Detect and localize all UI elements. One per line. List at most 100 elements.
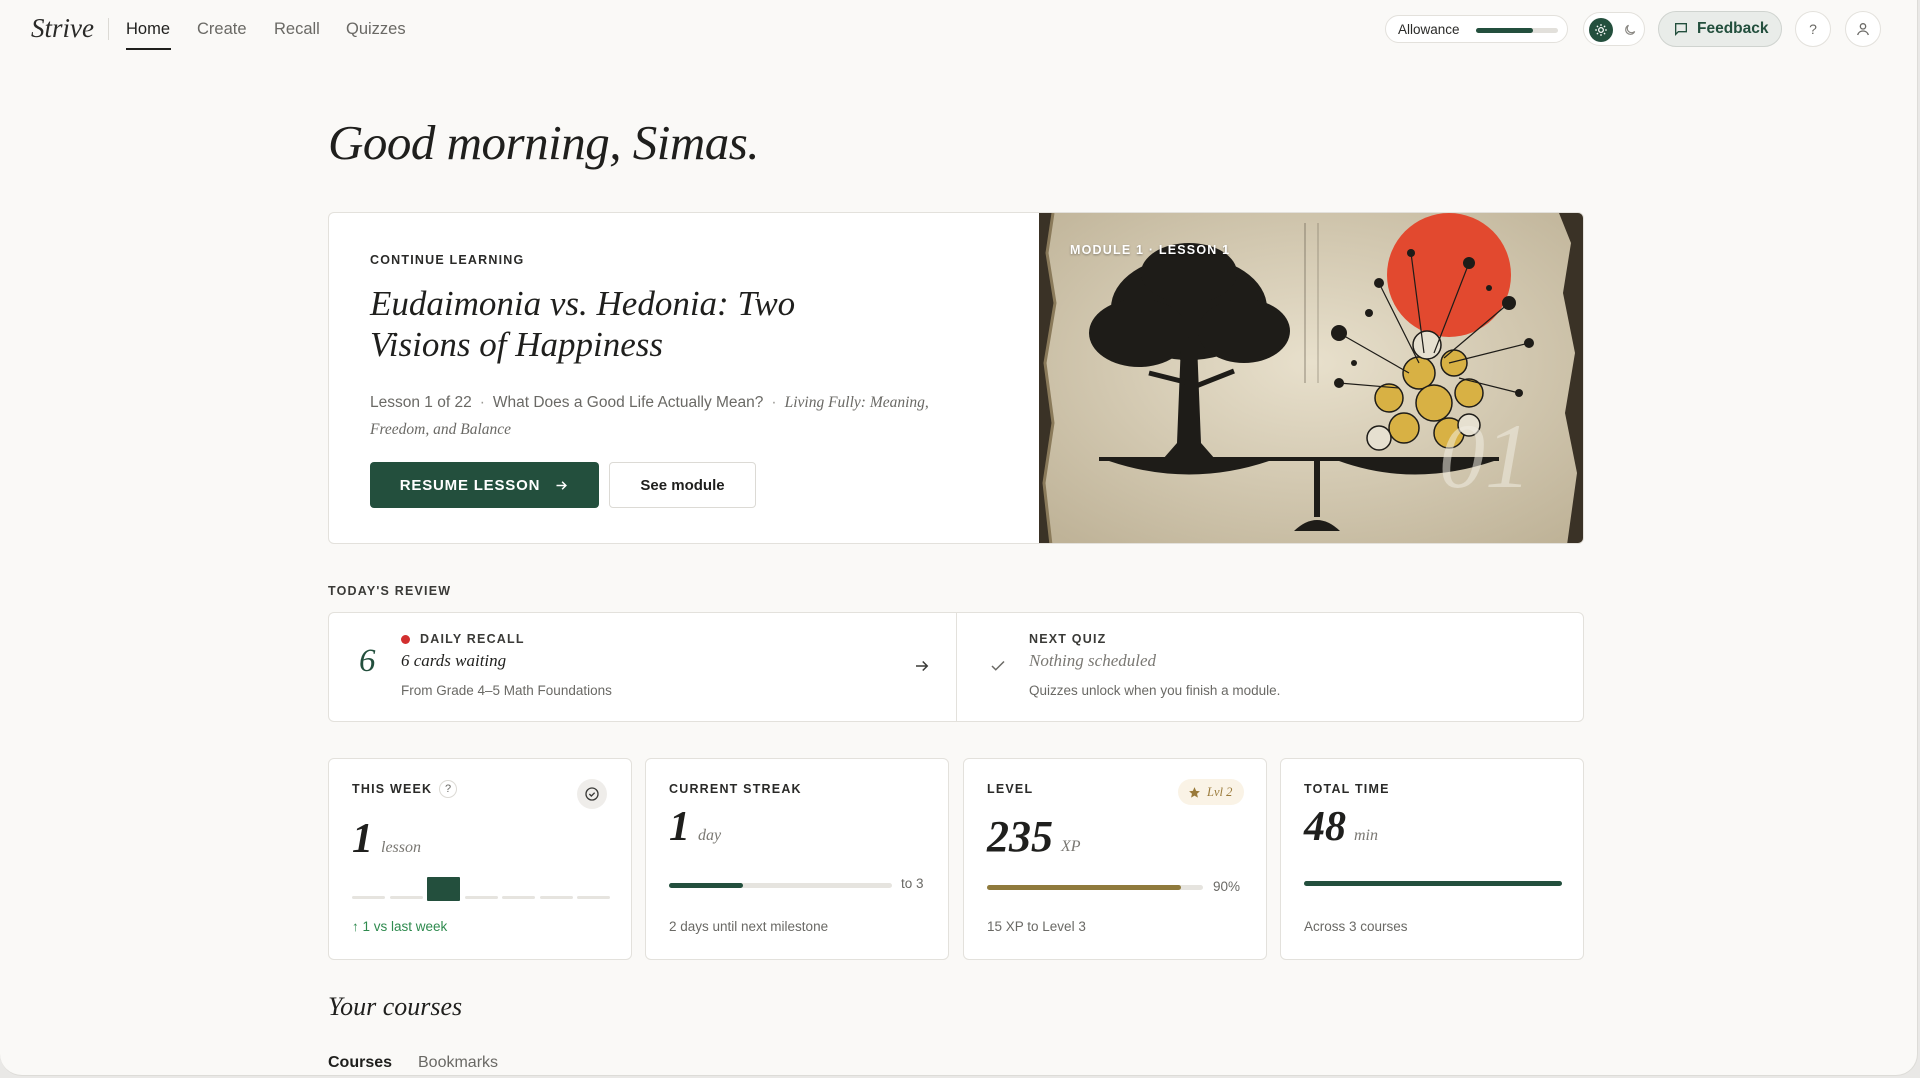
streak-count: 1 — [669, 804, 690, 850]
nav-home[interactable]: Home — [126, 20, 170, 39]
week-value: 1 lesson — [352, 815, 421, 863]
total-time-card: TOTAL TIME 48 min Across 3 courses — [1280, 758, 1584, 960]
level-badge-text: Lvl 2 — [1207, 784, 1233, 799]
streak-progress-fill — [669, 883, 743, 888]
xp-count: 235 — [987, 812, 1053, 861]
feedback-button[interactable]: Feedback — [1658, 11, 1782, 47]
level-percent: 90% — [1213, 879, 1241, 894]
xp-value: 235 XP — [987, 811, 1081, 862]
time-foot: Across 3 courses — [1304, 919, 1408, 934]
xp-unit: XP — [1061, 838, 1081, 855]
streak-value: 1 day — [669, 803, 721, 851]
quiz-sub: Quizzes unlock when you finish a module. — [1029, 683, 1281, 698]
week-day-bar — [577, 896, 610, 899]
help-button[interactable]: ? — [1795, 11, 1831, 47]
time-progress-fill — [1304, 881, 1562, 886]
week-unit: lesson — [381, 839, 421, 856]
time-count: 48 — [1304, 804, 1346, 850]
brand-logo[interactable]: Strive — [31, 13, 94, 44]
lesson-number-watermark: 01 — [1439, 405, 1531, 507]
recall-eyebrow: DAILY RECALL — [420, 632, 525, 646]
week-count: 1 — [352, 816, 373, 862]
next-quiz-panel: NEXT QUIZ Nothing scheduled Quizzes unlo… — [957, 613, 1585, 721]
tab-courses[interactable]: Courses — [328, 1054, 392, 1072]
week-delta: ↑ 1 vs last week — [352, 919, 447, 934]
level-card: LEVEL Lvl 2 235 XP 90% 15 XP to Level 3 — [963, 758, 1267, 960]
lesson-position: Lesson 1 of 22 — [370, 394, 472, 411]
recall-title: 6 cards waiting — [401, 651, 507, 670]
level-progress-track — [987, 885, 1203, 890]
message-icon — [1673, 21, 1689, 37]
module-lesson-label: MODULE 1 · LESSON 1 — [1070, 243, 1231, 257]
streak-target: to 3 — [901, 876, 924, 891]
level-foot: 15 XP to Level 3 — [987, 919, 1086, 934]
lesson-illustration: MODULE 1 · LESSON 1 01 — [1039, 213, 1583, 543]
quiz-title: Nothing scheduled — [1029, 651, 1157, 670]
week-eyebrow: THIS WEEK — [352, 782, 433, 796]
week-delta-text: 1 vs last week — [362, 919, 448, 934]
arrow-up-icon: ↑ — [352, 919, 363, 934]
week-day-bar — [502, 896, 535, 899]
time-value: 48 min — [1304, 803, 1378, 851]
meta-separator: · — [771, 394, 777, 411]
recall-source: From Grade 4–5 Math Foundations — [401, 683, 612, 698]
todays-review-label: TODAY'S REVIEW — [328, 584, 452, 598]
brand-divider — [108, 18, 109, 40]
meta-separator: · — [479, 394, 485, 411]
streak-unit: day — [698, 827, 722, 844]
tab-bookmarks[interactable]: Bookmarks — [418, 1054, 498, 1072]
allowance-label: Allowance — [1398, 22, 1460, 37]
quiz-eyebrow: NEXT QUIZ — [1029, 632, 1107, 646]
week-day-bar — [427, 877, 460, 901]
daily-recall-panel[interactable]: 6 DAILY RECALL 6 cards waiting From Grad… — [329, 613, 956, 721]
week-day-bar — [464, 896, 498, 899]
feedback-label: Feedback — [1697, 20, 1769, 37]
streak-foot: 2 days until next milestone — [669, 919, 829, 934]
level-eyebrow: LEVEL — [987, 782, 1034, 796]
week-day-bar — [352, 896, 385, 899]
help-icon[interactable]: ? — [439, 780, 457, 798]
see-module-button[interactable]: See module — [609, 462, 756, 508]
level-progress-fill — [987, 885, 1182, 890]
check-icon — [989, 657, 1007, 675]
todays-review-card: 6 DAILY RECALL 6 cards waiting From Grad… — [328, 612, 1584, 722]
user-icon — [1855, 21, 1871, 37]
help-icon: ? — [1809, 21, 1817, 37]
lesson-meta: Lesson 1 of 22 · What Does a Good Life Act… — [370, 389, 930, 443]
continue-eyebrow: CONTINUE LEARNING — [370, 253, 525, 267]
your-courses-heading: Your courses — [328, 992, 463, 1021]
resume-label: RESUME LESSON — [399, 476, 541, 494]
continue-learning-card: CONTINUE LEARNING Eudaimonia vs. Hedonia… — [328, 212, 1584, 544]
sun-icon[interactable] — [1589, 18, 1613, 42]
nav-quizzes[interactable]: Quizzes — [346, 20, 406, 39]
top-nav: Strive Home Create Recall Quizzes Allowa… — [0, 0, 1917, 58]
allowance-meter[interactable]: Allowance — [1385, 15, 1568, 43]
star-icon — [1188, 786, 1201, 799]
this-week-card: THIS WEEK ? 1 lesson ↑ 1 vs last week — [328, 758, 632, 960]
lesson-title[interactable]: Eudaimonia vs. Hedonia: Two Visions of H… — [370, 283, 840, 365]
week-day-bar — [389, 896, 423, 899]
nav-recall[interactable]: Recall — [274, 20, 320, 39]
week-day-bar — [539, 896, 573, 899]
profile-button[interactable] — [1845, 11, 1881, 47]
theme-toggle[interactable] — [1583, 12, 1645, 46]
moon-icon[interactable] — [1620, 20, 1640, 40]
recall-count: 6 — [359, 643, 376, 679]
arrow-right-icon — [554, 478, 569, 493]
alert-dot-icon — [401, 635, 410, 644]
current-streak-card: CURRENT STREAK 1 day to 3 2 days until ne… — [645, 758, 949, 960]
arrow-right-icon[interactable] — [913, 657, 931, 675]
streak-progress-track — [669, 883, 892, 888]
nav-create[interactable]: Create — [197, 20, 247, 39]
app-window: Strive Home Create Recall Quizzes Allowa… — [0, 0, 1918, 1076]
time-eyebrow: TOTAL TIME — [1304, 782, 1390, 796]
time-unit: min — [1354, 827, 1378, 844]
week-activity-bars — [352, 877, 612, 901]
level-badge: Lvl 2 — [1178, 779, 1244, 805]
nav-active-indicator — [126, 48, 171, 50]
clock-icon[interactable] — [577, 779, 607, 809]
streak-eyebrow: CURRENT STREAK — [669, 782, 802, 796]
resume-lesson-button[interactable]: RESUME LESSON — [370, 462, 599, 508]
greeting-heading: Good morning, Simas. — [328, 115, 760, 170]
allowance-fill — [1476, 28, 1534, 33]
